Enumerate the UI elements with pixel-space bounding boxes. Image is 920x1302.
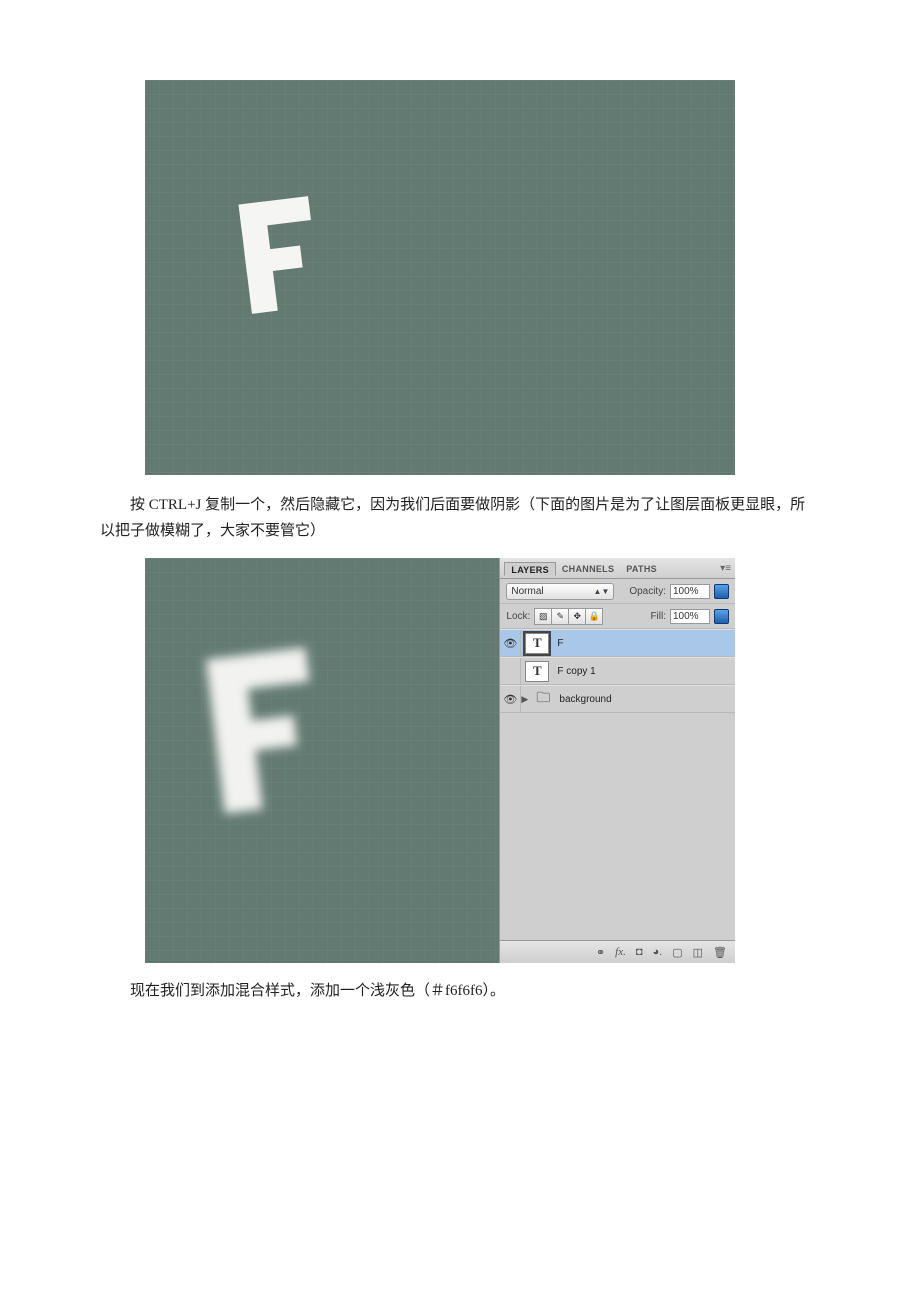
lock-buttons-group: ▨ ✎ ✥ 🔒 xyxy=(534,608,603,625)
layer-name: F xyxy=(553,638,563,649)
paragraph-2: 现在我们到添加混合样式，添加一个浅灰色（＃f6f6f6）。 xyxy=(100,979,820,1005)
dropdown-arrow-icon: ▲▼ xyxy=(594,587,610,596)
opacity-input[interactable]: 100% xyxy=(670,584,710,599)
folder-icon[interactable]: 🗀 xyxy=(535,690,551,709)
fill-input[interactable]: 100% xyxy=(670,609,710,624)
link-layers-icon[interactable]: ⚭ xyxy=(596,946,605,959)
layer-mask-icon[interactable]: ◘ xyxy=(636,946,643,958)
fill-flyout-button[interactable] xyxy=(714,609,729,624)
layers-list: 👁 T F T F copy 1 👁 ▶ 🗀 background xyxy=(500,629,735,940)
panel-bottom-bar: ⚭ fx. ◘ ◕. ▢ ◫ 🗑 xyxy=(500,940,735,963)
document-page: 按 CTRL+J 复制一个，然后隐藏它，因为我们后面要做阴影（下面的图片是为了让… xyxy=(0,0,920,1045)
letter-f-blurred-graphic xyxy=(206,647,324,813)
lock-fill-row: Lock: ▨ ✎ ✥ 🔒 Fill: 100% xyxy=(500,604,735,629)
letter-f-graphic xyxy=(239,196,322,314)
visibility-toggle[interactable] xyxy=(500,658,521,684)
tab-channels[interactable]: CHANNELS xyxy=(556,562,620,574)
screenshot-figure-2: LAYERS CHANNELS PATHS ▾≡ Normal ▲▼ Opaci… xyxy=(145,558,735,963)
blend-mode-dropdown[interactable]: Normal ▲▼ xyxy=(506,583,614,600)
lock-label: Lock: xyxy=(506,611,530,622)
layer-row[interactable]: 👁 ▶ 🗀 background xyxy=(500,685,735,713)
tab-paths[interactable]: PATHS xyxy=(620,562,663,574)
blend-opacity-row: Normal ▲▼ Opacity: 100% xyxy=(500,579,735,604)
adjustment-layer-icon[interactable]: ◕. xyxy=(653,946,663,958)
new-layer-icon[interactable]: ◫ xyxy=(693,946,703,959)
layer-row[interactable]: 👁 T F xyxy=(500,629,735,657)
new-group-icon[interactable]: ▢ xyxy=(672,946,682,959)
lock-transparency-button[interactable]: ▨ xyxy=(534,608,552,625)
opacity-flyout-button[interactable] xyxy=(714,584,729,599)
screenshot-canvas-2 xyxy=(145,558,499,963)
layer-row[interactable]: T F copy 1 xyxy=(500,657,735,685)
tab-layers[interactable]: LAYERS xyxy=(504,562,555,576)
screenshot-canvas-1 xyxy=(145,80,735,475)
layer-style-icon[interactable]: fx. xyxy=(615,946,626,958)
paragraph-1: 按 CTRL+J 复制一个，然后隐藏它，因为我们后面要做阴影（下面的图片是为了让… xyxy=(100,493,820,544)
opacity-label: Opacity: xyxy=(629,586,666,597)
panel-tabs: LAYERS CHANNELS PATHS ▾≡ xyxy=(500,558,735,579)
layer-thumbnail[interactable]: T xyxy=(525,661,549,682)
panel-menu-icon[interactable]: ▾≡ xyxy=(720,563,731,574)
lock-all-button[interactable]: 🔒 xyxy=(586,608,603,625)
layer-name: F copy 1 xyxy=(553,666,595,677)
layers-panel: LAYERS CHANNELS PATHS ▾≡ Normal ▲▼ Opaci… xyxy=(499,558,735,963)
visibility-toggle[interactable]: 👁 xyxy=(500,630,521,656)
blend-mode-value: Normal xyxy=(511,586,543,597)
delete-layer-icon[interactable]: 🗑 xyxy=(713,946,727,959)
layer-thumbnail[interactable]: T xyxy=(525,633,549,654)
lock-position-button[interactable]: ✥ xyxy=(569,608,586,625)
visibility-toggle[interactable]: 👁 xyxy=(500,686,521,712)
fill-label: Fill: xyxy=(650,611,666,622)
expand-triangle-icon[interactable]: ▶ xyxy=(521,694,531,705)
lock-pixels-button[interactable]: ✎ xyxy=(552,608,569,625)
layer-name: background xyxy=(555,694,611,705)
